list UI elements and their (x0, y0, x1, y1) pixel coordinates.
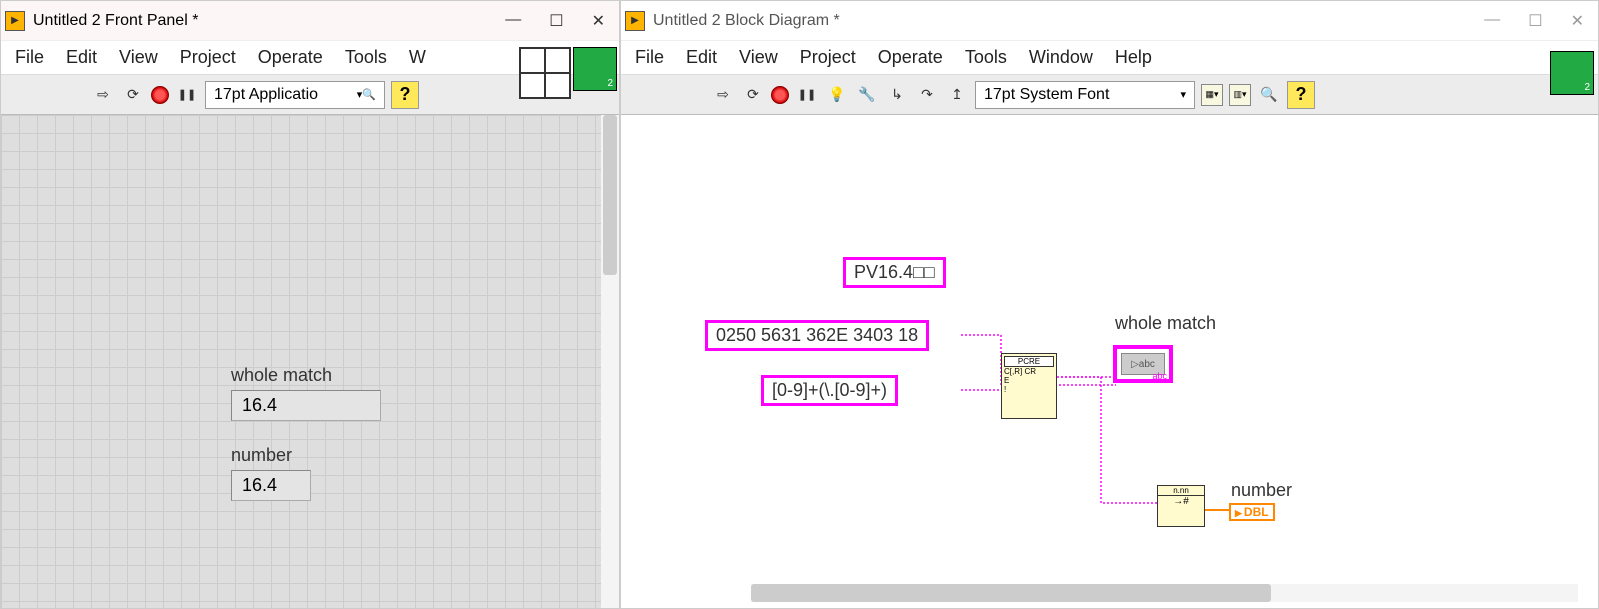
toolbar: ⇨ ⟳ 💡 🔧 ↳ ↷ ↥ 17pt System Font ▾ ▦▾ ▥▾ 🔍… (621, 75, 1598, 115)
highlight-button[interactable]: 💡 (825, 83, 849, 107)
distribute-button[interactable]: ▥▾ (1229, 84, 1251, 106)
font-selector[interactable]: 17pt Applicatio ▾🔍 (205, 81, 385, 109)
whole-match-indicator[interactable]: whole match 16.4 (231, 365, 381, 421)
string-constant-1[interactable]: PV16.4□□ (843, 257, 946, 288)
run-button[interactable]: ⇨ (91, 83, 115, 107)
menu-window[interactable]: W (409, 47, 426, 68)
menu-edit[interactable]: Edit (686, 47, 717, 68)
chevron-down-icon: ▾🔍 (357, 88, 376, 101)
node-header: n.nn (1158, 486, 1204, 496)
menu-file[interactable]: File (15, 47, 44, 68)
number-terminal[interactable]: DBL (1229, 503, 1275, 521)
wires (621, 115, 1598, 608)
number-label: number (1231, 480, 1292, 501)
menu-operate[interactable]: Operate (258, 47, 323, 68)
close-button[interactable]: ✕ (592, 11, 605, 31)
help-button[interactable]: ? (391, 81, 419, 109)
vi-icon[interactable] (1550, 51, 1594, 95)
step-over-button[interactable]: ↷ (915, 83, 939, 107)
menu-view[interactable]: View (739, 47, 778, 68)
whole-match-value[interactable]: 16.4 (231, 390, 381, 421)
vi-icon-corner[interactable] (1548, 51, 1594, 95)
string-constant-2[interactable]: 0250 5631 362E 3403 18 (705, 320, 929, 351)
vertical-scrollbar[interactable] (603, 115, 617, 275)
front-panel-window: Untitled 2 Front Panel * — ☐ ✕ File Edit… (0, 0, 620, 609)
font-selector[interactable]: 17pt System Font ▾ (975, 81, 1195, 109)
close-button[interactable]: ✕ (1571, 11, 1584, 31)
whole-match-label: whole match (1115, 313, 1216, 334)
pause-button[interactable] (175, 83, 199, 107)
window-controls: — ☐ ✕ (1484, 11, 1584, 31)
menu-tools[interactable]: Tools (345, 47, 387, 68)
match-regex-node[interactable]: PCRE C[,R] CRE! (1001, 353, 1057, 419)
menu-operate[interactable]: Operate (878, 47, 943, 68)
menu-project[interactable]: Project (180, 47, 236, 68)
maximize-button[interactable]: ☐ (549, 11, 563, 31)
pause-button[interactable] (795, 83, 819, 107)
connector-grid-icon[interactable] (519, 47, 571, 99)
retain-wire-button[interactable]: 🔧 (855, 83, 879, 107)
menu-tools[interactable]: Tools (965, 47, 1007, 68)
font-label: 17pt System Font (984, 86, 1109, 104)
vi-icon[interactable] (573, 47, 617, 91)
maximize-button[interactable]: ☐ (1528, 11, 1542, 31)
number-value[interactable]: 16.4 (231, 470, 311, 501)
connector-pane[interactable] (519, 47, 617, 99)
help-button[interactable]: ? (1287, 81, 1315, 109)
number-indicator[interactable]: number 16.4 (231, 445, 311, 501)
minimize-button[interactable]: — (1484, 11, 1500, 31)
regex-constant[interactable]: [0-9]+(\.[0-9]+) (761, 375, 898, 406)
menu-view[interactable]: View (119, 47, 158, 68)
string-to-number-node[interactable]: n.nn →# (1157, 485, 1205, 527)
window-title: Untitled 2 Block Diagram * (653, 12, 1484, 30)
whole-match-terminal[interactable]: ▷abc abc (1113, 345, 1173, 383)
horizontal-scrollbar[interactable] (751, 584, 1578, 602)
block-diagram-canvas[interactable]: PV16.4□□ 0250 5631 362E 3403 18 [0-9]+(\… (621, 115, 1598, 608)
front-panel-canvas[interactable]: whole match 16.4 number 16.4 (1, 115, 619, 608)
chevron-down-icon: ▾ (1180, 88, 1186, 101)
titlebar[interactable]: Untitled 2 Front Panel * — ☐ ✕ (1, 1, 619, 41)
search-button[interactable]: 🔍 (1257, 83, 1281, 107)
abort-button[interactable] (771, 86, 789, 104)
app-icon (5, 11, 25, 31)
run-button[interactable]: ⇨ (711, 83, 735, 107)
align-button[interactable]: ▦▾ (1201, 84, 1223, 106)
node-header: PCRE (1004, 356, 1054, 367)
block-diagram-window: Untitled 2 Block Diagram * — ☐ ✕ File Ed… (620, 0, 1599, 609)
run-continuous-button[interactable]: ⟳ (741, 83, 765, 107)
menu-edit[interactable]: Edit (66, 47, 97, 68)
menu-project[interactable]: Project (800, 47, 856, 68)
titlebar[interactable]: Untitled 2 Block Diagram * — ☐ ✕ (621, 1, 1598, 41)
minimize-button[interactable]: — (505, 11, 521, 31)
whole-match-label: whole match (231, 365, 381, 386)
menu-help[interactable]: Help (1115, 47, 1152, 68)
menu-file[interactable]: File (635, 47, 664, 68)
font-label: 17pt Applicatio (214, 86, 318, 104)
number-label: number (231, 445, 311, 466)
abort-button[interactable] (151, 86, 169, 104)
step-out-button[interactable]: ↥ (945, 83, 969, 107)
app-icon (625, 11, 645, 31)
run-continuous-button[interactable]: ⟳ (121, 83, 145, 107)
menubar: File Edit View Project Operate Tools Win… (621, 41, 1598, 75)
scrollbar-thumb[interactable] (751, 584, 1271, 602)
window-title: Untitled 2 Front Panel * (33, 12, 505, 30)
menu-window[interactable]: Window (1029, 47, 1093, 68)
step-into-button[interactable]: ↳ (885, 83, 909, 107)
window-controls: — ☐ ✕ (505, 11, 605, 31)
